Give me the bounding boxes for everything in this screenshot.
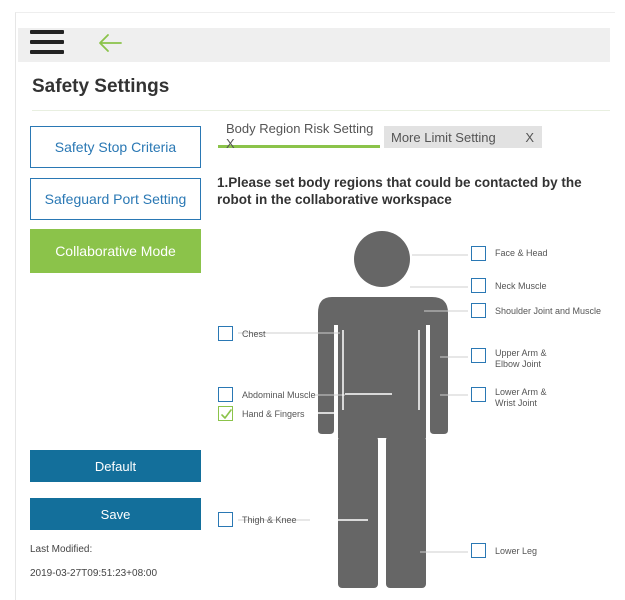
thigh-knee-checkbox[interactable] (218, 512, 233, 527)
face-head-label: Face & Head (495, 248, 548, 258)
lower-leg-checkbox[interactable] (471, 543, 486, 558)
neck-muscle-checkbox[interactable] (471, 278, 486, 293)
chest-checkbox[interactable] (218, 326, 233, 341)
abdominal-muscle-checkbox[interactable] (218, 387, 233, 402)
hand-fingers-label: Hand & Fingers (242, 409, 305, 419)
lower-leg-label: Lower Leg (495, 546, 538, 556)
chest-label: Chest (242, 329, 266, 339)
figure-right-leg (386, 436, 426, 588)
hand-fingers-checkbox[interactable] (218, 406, 233, 421)
upper-arm-elbow-checkbox[interactable] (471, 348, 486, 363)
upper-arm-elbow-label: Upper Arm & Elbow Joint (495, 348, 547, 370)
figure-torso-arms (318, 297, 448, 438)
lower-arm-wrist-label-line1: Lower Arm & (495, 387, 547, 397)
thigh-knee-label: Thigh & Knee (242, 515, 297, 525)
lower-arm-wrist-label: Lower Arm & Wrist Joint (495, 387, 547, 409)
figure-left-leg (338, 436, 378, 588)
shoulder-joint-muscle-checkbox[interactable] (471, 303, 486, 318)
figure-head (354, 231, 410, 287)
human-silhouette (318, 231, 448, 588)
shoulder-joint-muscle-label: Shoulder Joint and Muscle (495, 306, 602, 316)
lower-arm-wrist-label-line2: Wrist Joint (495, 398, 537, 408)
checkmark-icon (221, 409, 232, 419)
face-head-checkbox[interactable] (471, 246, 486, 261)
upper-arm-elbow-label-line2: Elbow Joint (495, 359, 542, 369)
body-figure (238, 231, 468, 588)
lower-arm-wrist-checkbox[interactable] (471, 387, 486, 402)
upper-arm-elbow-label-line1: Upper Arm & (495, 348, 547, 358)
abdominal-muscle-label: Abdominal Muscle (242, 390, 316, 400)
neck-muscle-label: Neck Muscle (495, 281, 547, 291)
